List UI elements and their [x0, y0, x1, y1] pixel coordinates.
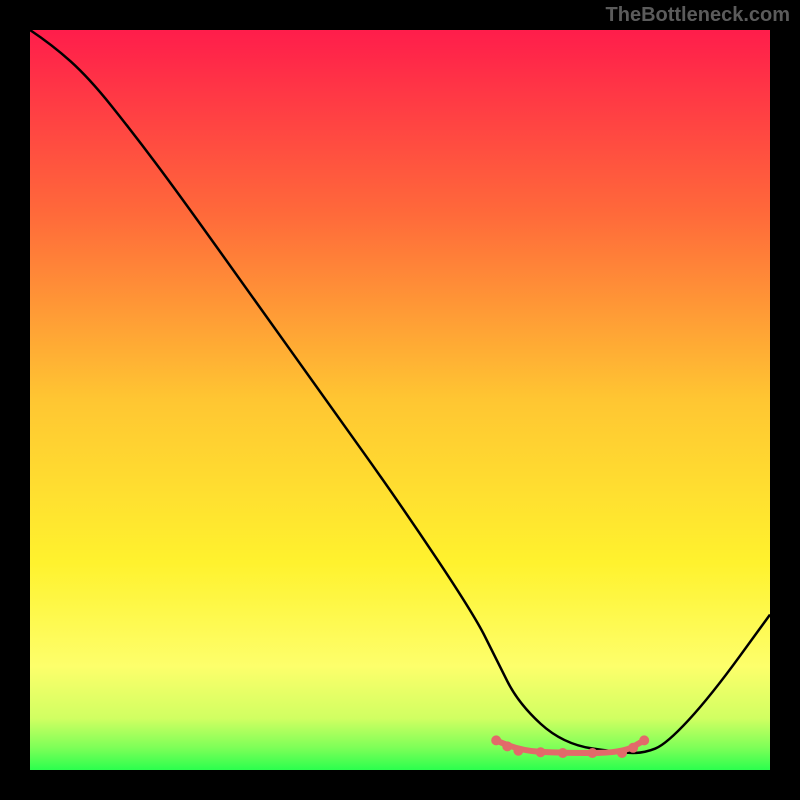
highlight-dot [628, 743, 638, 753]
highlight-dot [558, 748, 568, 758]
highlight-dot [587, 748, 597, 758]
highlight-dot [491, 735, 501, 745]
chart-container: TheBottleneck.com [0, 0, 800, 800]
highlight-dot [639, 735, 649, 745]
watermark-text: TheBottleneck.com [606, 4, 790, 27]
highlight-dot [502, 741, 512, 751]
highlight-dot [513, 746, 523, 756]
highlight-dot [536, 747, 546, 757]
chart-svg [0, 0, 800, 800]
plot-background [30, 30, 770, 770]
highlight-dot [617, 748, 627, 758]
